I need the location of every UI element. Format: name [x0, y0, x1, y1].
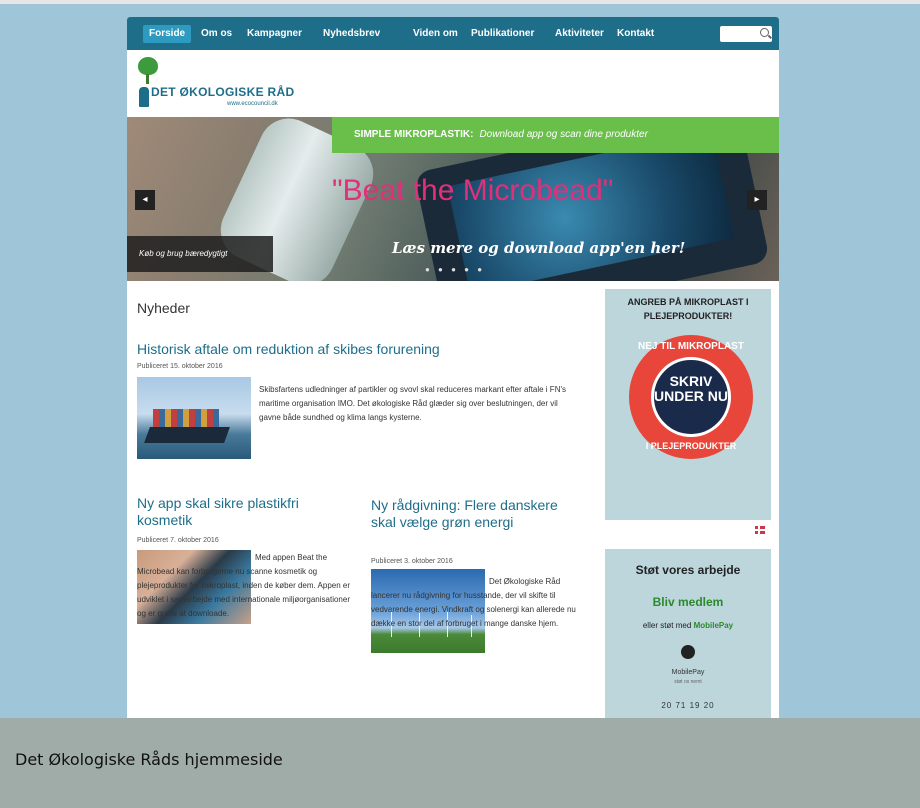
search-icon[interactable] — [760, 28, 769, 37]
slider-next-icon[interactable]: ▸ — [747, 190, 767, 210]
main-navigation: Forside Om os Kampagner Nyhedsbrev Viden… — [127, 17, 779, 50]
hero-subtitle[interactable]: Læs mere og download app'en her! — [392, 239, 685, 257]
hero-title: "Beat the Microbead" — [332, 174, 614, 207]
article-title-ship[interactable]: Historisk aftale om reduktion af skibes … — [137, 341, 497, 358]
mobilepay-logo-text: MobilePay — [671, 669, 705, 676]
website-screenshot: Forside Om os Kampagner Nyhedsbrev Viden… — [127, 17, 779, 729]
stamp-ring-bottom: I PLEJEPRODUKTER — [645, 441, 737, 451]
campaign-heading: ANGREB PÅ MIKROPLAST I PLEJEPRODUKTER! — [627, 297, 749, 321]
hero-banner-text: Download app og scan dine produkter — [479, 129, 648, 140]
ship-containers — [153, 409, 219, 427]
article-date-energy: Publiceret 3. oktober 2016 — [371, 558, 453, 565]
search-input[interactable] — [720, 26, 772, 42]
article-date-app: Publiceret 7. oktober 2016 — [137, 537, 219, 544]
nav-item-publikationer[interactable]: Publikationer — [465, 25, 540, 43]
ship-hull — [144, 427, 230, 443]
news-section-title: Nyheder — [137, 300, 190, 316]
image-caption: Det Økologiske Råds hjemmeside — [15, 750, 283, 769]
stamp-center-text: SKRIV UNDER NU — [654, 373, 728, 404]
hero-banner[interactable]: SIMPLE MIKROPLASTIK: Download app og scan… — [332, 117, 779, 153]
tree-trunk-icon — [146, 74, 149, 84]
caption-bar: Det Økologiske Råds hjemmeside — [0, 718, 920, 808]
article-image-ship[interactable] — [137, 377, 251, 459]
site-logo[interactable]: DET ØKOLOGISKE RÅD www.ecocouncil.dk — [135, 57, 325, 117]
support-widget: Støt vores arbejde Bliv medlem eller stø… — [605, 549, 771, 729]
article-title-app[interactable]: Ny app skal sikre plastikfri kosmetik — [137, 495, 337, 529]
campaign-widget[interactable]: ANGREB PÅ MIKROPLAST I PLEJEPRODUKTER! N… — [605, 289, 771, 520]
mobilepay-icon — [681, 645, 695, 659]
mobilepay-link[interactable]: MobilePay — [694, 621, 734, 630]
logo-tagline: www.ecocouncil.dk — [227, 101, 278, 107]
slider-dots[interactable]: ● ● ● ● ● — [425, 265, 485, 274]
tree-logo-icon — [138, 57, 158, 75]
mobilepay-logo-sub: støt os nemt — [674, 679, 702, 685]
mobilepay-number: 20 71 19 20 — [661, 701, 715, 710]
nav-item-aktiviteter[interactable]: Aktiviteter — [549, 25, 610, 43]
become-member-link[interactable]: Bliv medlem — [605, 595, 771, 609]
hero-slider[interactable]: SIMPLE MIKROPLASTIK: Download app og scan… — [127, 117, 779, 281]
article-body-energy: Det Økologiske Råd lancerer nu rådgivnin… — [371, 577, 576, 628]
nav-item-kampagner[interactable]: Kampagner — [241, 25, 308, 43]
article-date-ship: Publiceret 15. oktober 2016 — [137, 363, 223, 370]
article-title-energy[interactable]: Ny rådgivning: Flere danskere skal vælge… — [371, 497, 581, 531]
top-border — [0, 0, 920, 4]
hero-banner-heading: SIMPLE MIKROPLASTIK: — [354, 129, 474, 140]
hero-caption[interactable]: Køb og brug bæredygtigt — [127, 236, 273, 272]
flag-icon[interactable] — [755, 526, 765, 534]
slider-prev-icon[interactable]: ◂ — [135, 190, 155, 210]
nav-item-forside[interactable]: Forside — [143, 25, 192, 43]
stamp-ring-top: NEJ TIL MIKROPLAST — [638, 341, 744, 352]
stamp-center: SKRIV UNDER NU — [651, 357, 731, 437]
nav-item-nyhedsbrev[interactable]: Nyhedsbrev — [317, 25, 386, 43]
support-subtext: eller støt med MobilePay — [605, 621, 771, 630]
nav-item-kontakt[interactable]: Kontakt — [611, 25, 660, 43]
support-title: Støt vores arbejde — [635, 563, 741, 577]
nav-item-viden-om[interactable]: Viden om — [407, 25, 464, 43]
article-body-app: Med appen Beat the Microbead kan forbrug… — [137, 553, 351, 618]
support-sub-prefix: eller støt med — [642, 621, 692, 630]
person-logo-icon — [139, 87, 149, 107]
nav-item-om-os[interactable]: Om os — [195, 25, 238, 43]
logo-name: DET ØKOLOGISKE RÅD — [151, 85, 295, 99]
article-body-ship: Skibsfartens udledninger af partikler og… — [259, 385, 566, 422]
petition-stamp[interactable]: NEJ TIL MIKROPLAST SKRIV UNDER NU I PLEJ… — [629, 335, 753, 459]
